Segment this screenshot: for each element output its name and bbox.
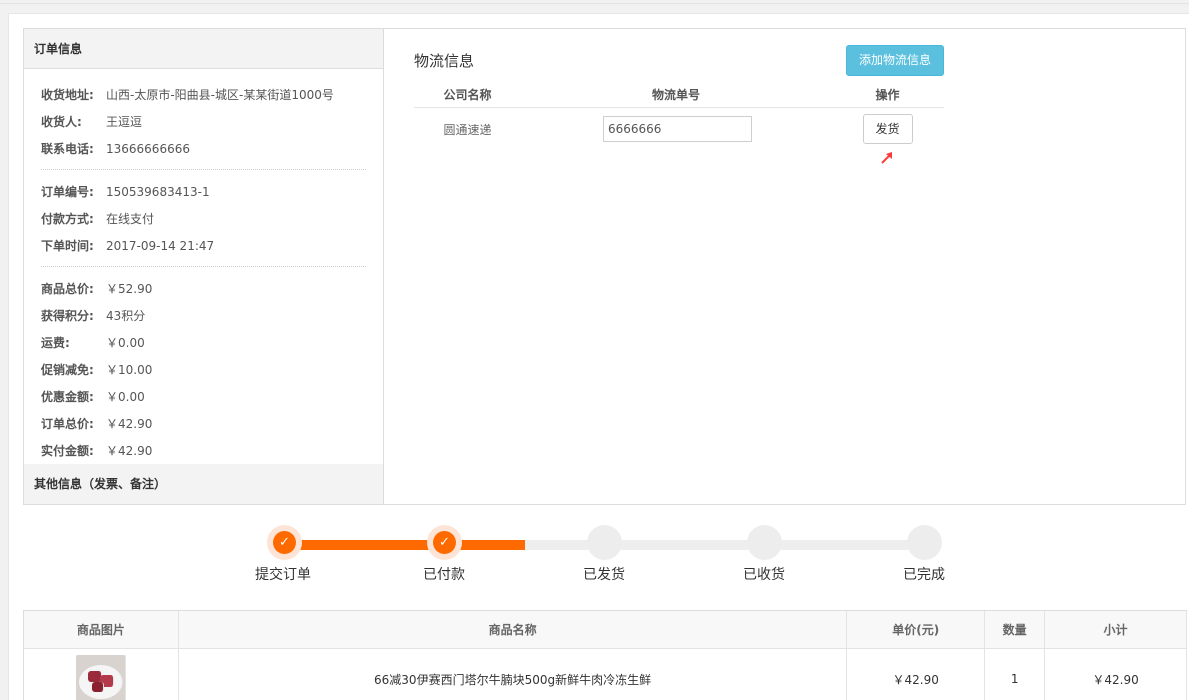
product-name[interactable]: 66减30伊赛西门塔尔牛腩块500g新鲜牛肉冷冻生鲜	[179, 649, 848, 700]
step-label-received: 已收货	[743, 567, 785, 583]
promo-discount-label: 促销减免:	[41, 363, 94, 377]
phone-label: 联系电话:	[41, 142, 94, 156]
column-name: 商品名称	[179, 611, 848, 648]
column-image: 商品图片	[24, 611, 179, 648]
step-node-paid: ✓	[427, 525, 462, 560]
address-value: 山西-太原市-阳曲县-城区-某某街道1000号	[106, 88, 334, 102]
payment-method-row: 付款方式: 在线支付	[41, 205, 366, 232]
receiver-label: 收货人:	[41, 115, 82, 129]
tracking-number-input[interactable]	[603, 116, 752, 142]
goods-total-value: ￥52.90	[106, 282, 153, 296]
shipping-info-group: 收货地址: 山西-太原市-阳曲县-城区-某某街道1000号 收货人: 王逗逗 联…	[24, 69, 383, 464]
action-cell: 发货	[831, 114, 944, 144]
points-value: 43积分	[106, 309, 146, 323]
order-info-panel: 订单信息 收货地址: 山西-太原市-阳曲县-城区-某某街道1000号 收货人: …	[23, 28, 384, 505]
order-no-value: 150539683413-1	[106, 184, 210, 199]
step-node-completed	[907, 525, 942, 560]
tracking-cell	[521, 116, 831, 142]
column-quantity: 数量	[985, 611, 1046, 648]
goods-table-header: 商品图片 商品名称 单价(元) 数量 小计	[24, 611, 1187, 649]
phone-row: 联系电话: 13666666666	[41, 135, 366, 162]
step-label-paid: 已付款	[423, 567, 465, 583]
divider	[41, 169, 366, 170]
address-label: 收货地址:	[41, 88, 94, 102]
address-row: 收货地址: 山西-太原市-阳曲县-城区-某某街道1000号	[41, 81, 366, 108]
order-progress: ✓ ✓ 提交订单 已付款 已发货 已收货 已完成	[255, 525, 955, 585]
logistics-title: 物流信息	[414, 52, 475, 70]
pointer-arrow-icon	[881, 152, 892, 164]
other-info-header[interactable]: 其他信息（发票、备注）	[24, 464, 383, 504]
order-time-value: 2017-09-14 21:47	[106, 238, 215, 253]
logistics-panel: 物流信息 添加物流信息 公司名称 物流单号 操作 圆通速递 发货	[384, 28, 1186, 505]
add-logistics-button[interactable]: 添加物流信息	[846, 45, 944, 76]
points-label: 获得积分:	[41, 309, 94, 323]
order-info-title: 订单信息	[24, 29, 383, 69]
step-label-submit: 提交订单	[255, 567, 311, 583]
order-time-row: 下单时间: 2017-09-14 21:47	[41, 232, 366, 259]
paid-amount-row: 实付金额: ￥42.90	[41, 437, 366, 464]
step-node-submit: ✓	[267, 525, 302, 560]
table-row: 66减30伊赛西门塔尔牛腩块500g新鲜牛肉冷冻生鲜 ￥42.90 1 ￥42.…	[24, 649, 1187, 700]
step-node-shipped	[587, 525, 622, 560]
receiver-value: 王逗逗	[106, 115, 143, 129]
check-icon: ✓	[273, 531, 296, 554]
order-total-value: ￥42.90	[106, 417, 153, 431]
quantity: 1	[985, 649, 1046, 700]
coupon-amount-label: 优惠金额:	[41, 390, 94, 404]
step-node-received	[747, 525, 782, 560]
paid-amount-label: 实付金额:	[41, 444, 94, 458]
step-label-shipped: 已发货	[583, 567, 625, 583]
goods-table: 商品图片 商品名称 单价(元) 数量 小计 66减30伊赛西门塔尔牛腩块500g…	[23, 610, 1187, 700]
column-subtotal: 小计	[1045, 611, 1187, 648]
column-company: 公司名称	[443, 87, 492, 102]
image-cell	[24, 649, 179, 700]
ship-button[interactable]: 发货	[862, 114, 913, 144]
shipping-fee-row: 运费: ￥0.00	[41, 329, 366, 356]
check-icon: ✓	[433, 531, 456, 554]
top-bar	[0, 0, 1189, 4]
beef-dish-image[interactable]	[75, 655, 126, 700]
column-price: 单价(元)	[847, 611, 986, 648]
order-total-row: 订单总价: ￥42.90	[41, 410, 366, 437]
goods-total-row: 商品总价: ￥52.90	[41, 275, 366, 302]
progress-fill	[273, 540, 525, 550]
order-total-label: 订单总价:	[41, 417, 94, 431]
column-action: 操作	[875, 87, 900, 102]
logistics-row: 圆通速递 发货	[414, 108, 944, 150]
promo-discount-row: 促销减免: ￥10.00	[41, 356, 366, 383]
shipping-fee-label: 运费:	[41, 336, 70, 350]
unit-price: ￥42.90	[847, 649, 986, 700]
divider	[41, 266, 366, 267]
logistics-table-header: 公司名称 物流单号 操作	[414, 81, 944, 108]
coupon-amount-value: ￥0.00	[106, 390, 145, 404]
paid-amount-value: ￥42.90	[106, 444, 153, 458]
order-no-label: 订单编号:	[41, 185, 94, 199]
order-no-row: 订单编号: 150539683413-1	[41, 178, 366, 205]
goods-total-label: 商品总价:	[41, 282, 94, 296]
company-name: 圆通速递	[443, 122, 492, 137]
logistics-table: 公司名称 物流单号 操作 圆通速递 发货	[414, 81, 944, 150]
order-time-label: 下单时间:	[41, 239, 94, 253]
coupon-amount-row: 优惠金额: ￥0.00	[41, 383, 366, 410]
payment-method-value: 在线支付	[106, 212, 155, 226]
step-label-completed: 已完成	[903, 567, 945, 583]
promo-discount-value: ￥10.00	[106, 363, 153, 377]
phone-value: 13666666666	[106, 141, 190, 156]
column-tracking-no: 物流单号	[651, 87, 700, 102]
points-row: 获得积分: 43积分	[41, 302, 366, 329]
receiver-row: 收货人: 王逗逗	[41, 108, 366, 135]
shipping-fee-value: ￥0.00	[106, 336, 145, 350]
subtotal: ￥42.90	[1045, 649, 1187, 700]
payment-method-label: 付款方式:	[41, 212, 94, 226]
